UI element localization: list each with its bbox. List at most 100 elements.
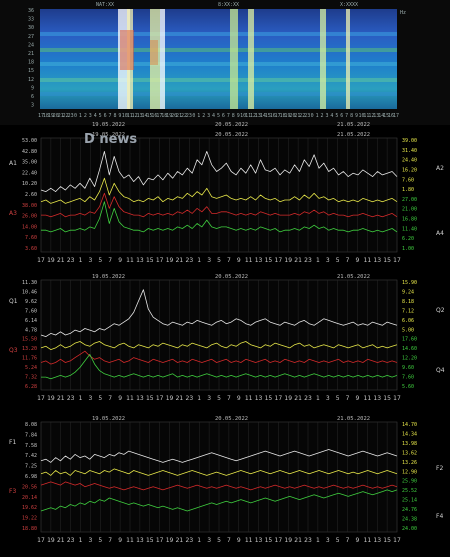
frequency-panel-f: 19.05.2022 20.05.2022 21.05.2022 8.08 7.84 7.…: [9, 416, 443, 544]
x-tick: 7: [346, 537, 350, 544]
right-tick: 16.20: [402, 167, 417, 173]
left-tick: 7.58: [25, 443, 37, 449]
x-tick: 23: [304, 257, 312, 264]
panel-date: 20.05.2022: [215, 416, 248, 422]
right-tick: 8.18: [402, 299, 414, 305]
x-tick: 11: [245, 257, 253, 264]
x-tick: 3: [326, 395, 330, 402]
right-tick: 25.90: [402, 479, 417, 485]
left-tick: 20.14: [22, 495, 37, 501]
right-series-label: Q2: [436, 307, 445, 314]
right-tick: 12.90: [402, 469, 417, 475]
left-tick: 53.00: [22, 138, 37, 144]
x-tick: 23: [67, 257, 75, 264]
x-tick: 9: [237, 257, 241, 264]
spectrogram-x-tick: 4: [212, 113, 215, 119]
x-tick: 23: [186, 395, 194, 402]
spectrogram-x-tick: 23: [68, 113, 74, 119]
x-tick: 1: [79, 257, 83, 264]
spectrogram-band: [40, 62, 397, 66]
x-tick: 9: [237, 537, 241, 544]
x-tick: 19: [284, 257, 292, 264]
x-tick: 21: [57, 257, 65, 264]
x-tick: 5: [336, 395, 340, 402]
right-tick: 14.34: [402, 431, 417, 437]
spectrogram-x-tick: 17: [393, 113, 399, 119]
spectrogram-streak: [160, 9, 165, 109]
left-tick: 9.62: [25, 299, 37, 305]
x-tick: 3: [326, 537, 330, 544]
x-tick: 13: [373, 257, 381, 264]
x-tick: 11: [364, 395, 372, 402]
x-tick: 1: [316, 537, 320, 544]
left-tick: 19.22: [22, 516, 37, 522]
right-tick: 15.90: [402, 280, 417, 286]
x-tick: 15: [383, 537, 391, 544]
left-tick: 18.80: [22, 526, 37, 532]
left-tick: 26.00: [22, 214, 37, 220]
right-tick: 39.00: [402, 138, 417, 144]
x-tick: 15: [265, 395, 273, 402]
spectrogram-x-tick: 1: [316, 113, 319, 119]
x-tick: 19: [47, 395, 55, 402]
x-tick: 1: [197, 257, 201, 264]
spectrogram-streak: [230, 9, 238, 109]
left-tick: 7.60: [25, 308, 37, 314]
left-tick: 7.60: [25, 235, 37, 241]
left-tick: 7.42: [25, 453, 37, 459]
left-tick: 11.76: [22, 356, 37, 362]
left-tick: 35.00: [22, 160, 37, 166]
x-tick: 21: [176, 395, 184, 402]
x-tick: 9: [356, 537, 360, 544]
x-tick: 21: [57, 395, 65, 402]
spectrogram-x-tick: 6: [222, 113, 225, 119]
left-series-label: F3: [9, 488, 16, 495]
x-tick: 15: [146, 257, 154, 264]
spectrogram-y-tick: 33: [28, 17, 34, 23]
x-tick: 17: [393, 395, 401, 402]
spectrogram-header-label-1: NAT:XX: [96, 2, 114, 8]
left-series-label: Q3: [9, 347, 18, 354]
x-tick: 17: [156, 537, 164, 544]
x-tick: 17: [275, 395, 283, 402]
x-tick: 5: [98, 395, 102, 402]
right-tick: 13.26: [402, 460, 417, 466]
left-tick: 2.60: [25, 192, 37, 198]
right-series-label: A2: [436, 165, 444, 172]
x-tick: 19: [166, 537, 174, 544]
right-tick: 13.62: [402, 450, 417, 456]
right-series-label: F2: [436, 465, 443, 472]
right-tick: 27.00: [402, 197, 417, 203]
x-tick: 15: [383, 257, 391, 264]
x-tick: 19: [47, 257, 55, 264]
left-tick: 13.20: [22, 346, 37, 352]
x-tick: 1: [316, 395, 320, 402]
left-series-label: F1: [9, 439, 16, 446]
x-tick: 17: [37, 257, 45, 264]
x-tick: 15: [265, 537, 273, 544]
schumann-resonance-dashboard: 363330272421181512963 NAT:XX 8:XX:XX X:X…: [0, 0, 450, 544]
x-tick: 19: [166, 395, 174, 402]
x-tick: 7: [108, 257, 112, 264]
spectrogram-x-tick: 5: [99, 113, 102, 119]
x-tick: 23: [186, 257, 194, 264]
right-series-label: F4: [436, 513, 443, 520]
panel-date: 21.05.2022: [337, 132, 370, 138]
x-tick: 9: [118, 257, 122, 264]
spectrogram-x-tick: 8: [350, 113, 353, 119]
spectrogram-x-tick: 5: [217, 113, 220, 119]
right-tick: 24.40: [402, 158, 417, 164]
x-tick: 9: [118, 537, 122, 544]
spectrogram-x-tick: 6: [104, 113, 107, 119]
right-tick: 21.00: [402, 207, 417, 213]
x-tick: 11: [126, 537, 134, 544]
x-tick: 11: [364, 537, 372, 544]
x-tick: 17: [393, 257, 401, 264]
amplitude-panel-a: 19.05.2022 20.05.2022 21.05.202253.0042.80…: [9, 132, 444, 264]
spectrogram-y-tick: 12: [28, 77, 34, 83]
spectrogram-x-tick: 8: [232, 113, 235, 119]
x-tick: 7: [108, 395, 112, 402]
left-tick: 22.40: [22, 170, 37, 176]
x-tick: 19: [284, 537, 292, 544]
right-tick: 17.60: [402, 337, 417, 343]
